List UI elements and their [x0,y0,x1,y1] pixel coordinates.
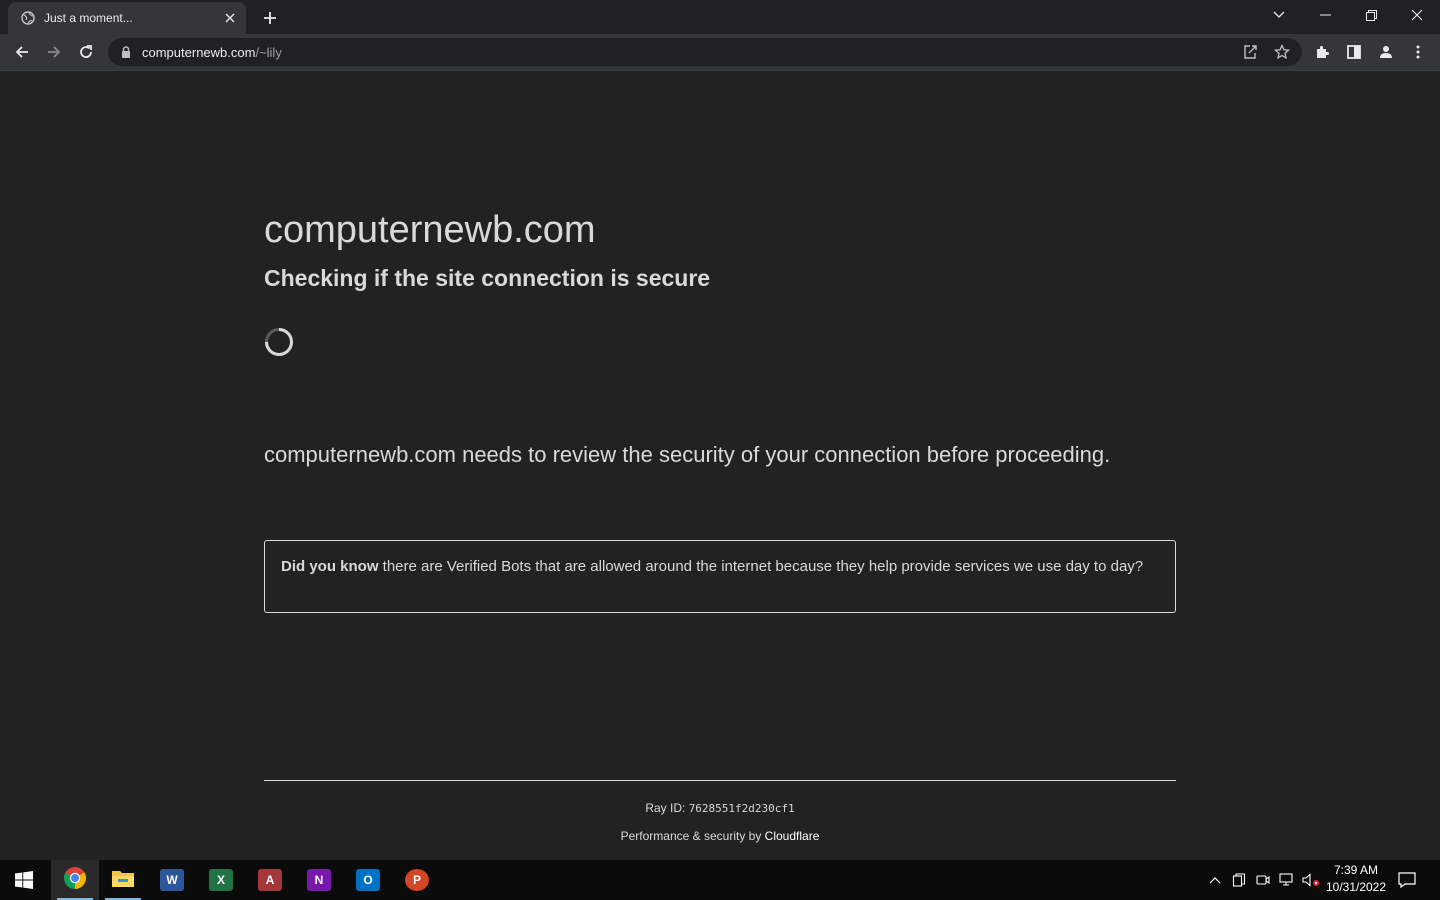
show-hidden-icons-icon[interactable] [1205,870,1225,890]
cloudflare-link[interactable]: Cloudflare [765,829,820,843]
clock-time: 7:39 AM [1333,863,1379,877]
ray-id-value: 7628551f2d230cf1 [688,802,795,815]
tab-strip: Just a moment... [0,0,1440,34]
clock-date: 10/31/2022 [1325,880,1387,894]
toolbar-divider [0,70,1440,71]
network-icon[interactable] [1277,870,1297,890]
page-title: computernewb.com [264,209,596,251]
page-subtitle: Checking if the site connection is secur… [264,265,711,291]
globe-icon [20,10,36,26]
taskbar-file-explorer[interactable] [99,860,147,900]
taskbar: W X A N O P 7:39 AM 10/31/2022 [0,860,1440,900]
bookmark-star-icon[interactable] [1272,42,1292,62]
taskbar-excel[interactable]: X [197,860,245,900]
back-button[interactable] [8,38,36,66]
review-message: computernewb.com needs to review the sec… [264,442,1111,467]
url-host: computernewb.com [142,44,256,60]
excel-icon: X [209,869,233,891]
did-you-know-heading: Did you know [281,558,379,575]
loading-spinner-icon [264,327,294,357]
tablet-icon[interactable] [1229,870,1249,890]
url-text: computernewb.com/~lily [142,45,282,60]
did-you-know-text: there are Verified Bots that are allowed… [378,558,1144,575]
restore-button[interactable] [1348,0,1394,30]
url-path: /~lily [255,44,282,60]
extensions-icon[interactable] [1308,38,1336,66]
tab-search-icon[interactable] [1256,0,1302,30]
menu-icon[interactable] [1404,38,1432,66]
taskbar-powerpoint[interactable]: P [393,860,441,900]
taskbar-outlook[interactable]: O [344,860,392,900]
new-tab-button[interactable] [258,6,282,30]
outlook-icon: O [356,869,380,891]
powerpoint-icon: P [405,869,429,891]
word-icon: W [160,869,184,891]
minimize-button[interactable] [1302,0,1348,30]
folder-icon [111,868,135,893]
ray-id-line: Ray ID: 7628551f2d230cf1 [264,801,1176,815]
volume-muted-icon[interactable] [1301,870,1321,890]
footer-divider [264,780,1176,781]
browser-tab[interactable]: Just a moment... [8,2,246,34]
did-you-know-box: Did you know there are Verified Bots tha… [264,540,1176,613]
taskbar-chrome[interactable] [51,860,99,900]
onenote-icon: N [307,869,331,891]
start-button[interactable] [0,860,48,900]
close-tab-icon[interactable] [220,8,240,28]
taskbar-access[interactable]: A [246,860,294,900]
close-window-button[interactable] [1394,0,1440,30]
lock-icon[interactable] [120,45,132,59]
share-icon[interactable] [1240,42,1260,62]
meet-now-icon[interactable] [1253,870,1273,890]
notifications-icon[interactable] [1397,870,1417,890]
side-panel-icon[interactable] [1340,38,1368,66]
performance-line: Performance & security by Cloudflare [264,829,1176,843]
taskbar-word[interactable]: W [148,860,196,900]
performance-label: Performance & security by [620,829,765,843]
forward-button[interactable] [40,38,68,66]
ray-id-label: Ray ID: [645,801,689,815]
system-clock[interactable]: 7:39 AM 10/31/2022 [1324,862,1388,898]
address-bar[interactable]: computernewb.com/~lily [108,38,1302,66]
tab-title: Just a moment... [44,11,133,25]
taskbar-onenote[interactable]: N [295,860,343,900]
access-icon: A [258,869,282,891]
profile-icon[interactable] [1372,38,1400,66]
chrome-icon [63,866,87,895]
reload-button[interactable] [72,38,100,66]
